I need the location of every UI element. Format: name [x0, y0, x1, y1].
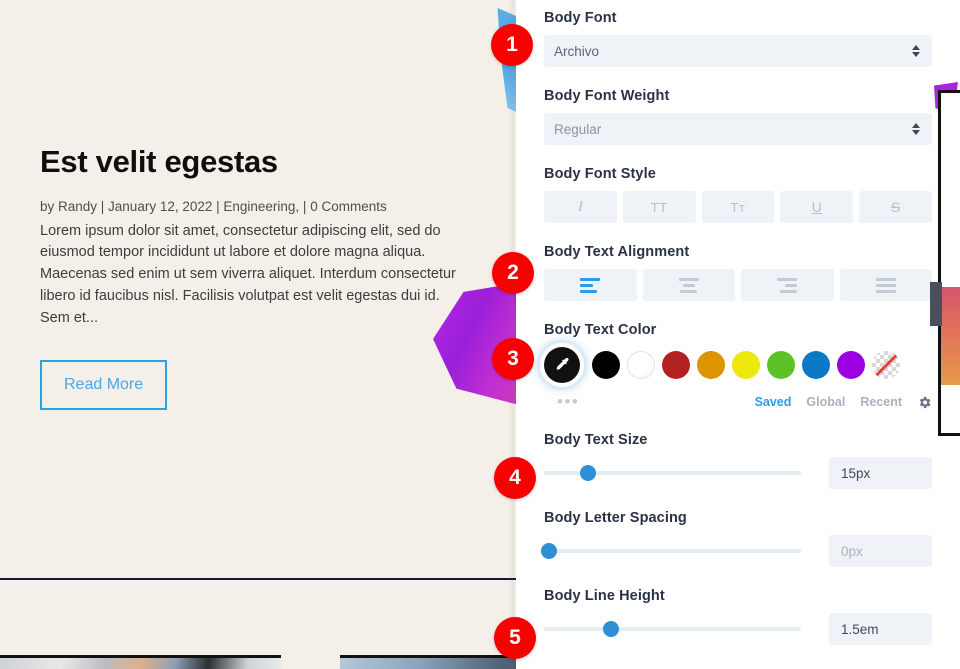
body-font-style-label: Body Font Style [544, 166, 656, 182]
slider-thumb[interactable] [602, 621, 619, 637]
align-justify-icon [875, 277, 896, 293]
body-line-height-slider[interactable] [544, 616, 829, 642]
align-center-button[interactable] [642, 269, 735, 301]
body-text-alignment-group [544, 269, 932, 301]
eyedropper-icon [556, 357, 568, 370]
body-text-size-row: 15px [544, 457, 932, 489]
right-edge-image [941, 287, 960, 385]
blog-post-card: Est velit egestas by Randy | January 12,… [40, 144, 480, 411]
section-divider [0, 578, 516, 580]
post-title: Est velit egestas [40, 144, 278, 179]
swatch-dark-red[interactable] [662, 351, 690, 379]
align-left-icon [580, 277, 601, 293]
body-font-label: Body Font [544, 10, 617, 26]
body-letter-spacing-row: 0px [541, 535, 932, 567]
swatch-orange[interactable] [697, 351, 725, 379]
swatch-white[interactable] [627, 351, 655, 379]
typography-settings-panel: Body Font Archivo Body Font Weight Regul… [516, 0, 960, 669]
slider-track [544, 465, 801, 481]
swatch-transparent[interactable] [872, 351, 900, 379]
callout-badge-4: 4 [494, 457, 536, 499]
align-center-icon [678, 277, 699, 293]
post-excerpt: Lorem ipsum dolor sit amet, consectetur … [40, 222, 456, 326]
font-style-strikethrough-button[interactable]: S [859, 191, 932, 223]
field-body-letter-spacing: Body Letter Spacing 0px [541, 510, 932, 567]
callout-badge-3: 3 [492, 338, 534, 380]
body-letter-spacing-slider[interactable] [541, 538, 829, 564]
color-tab-recent[interactable]: Recent [860, 395, 902, 409]
swatch-green[interactable] [767, 351, 795, 379]
callout-badge-2: 2 [492, 252, 534, 294]
color-swatch-row [544, 347, 932, 383]
body-font-weight-value: Regular [554, 121, 602, 137]
field-body-text-color: Body Text Color ••• Saved Global Recent [544, 322, 932, 411]
font-style-small-caps-button[interactable]: Tᴛ [701, 191, 775, 223]
body-font-value: Archivo [554, 43, 600, 59]
body-line-height-row: 1.5em [544, 613, 932, 645]
bottom-thumbnail-row [0, 655, 516, 669]
body-font-style-group: I TT Tᴛ U S [544, 191, 932, 223]
slider-thumb[interactable] [579, 465, 596, 481]
font-style-uppercase-button[interactable]: TT [622, 191, 696, 223]
align-justify-button[interactable] [839, 269, 932, 301]
color-tab-global[interactable]: Global [806, 395, 845, 409]
callout-badge-5: 5 [494, 617, 536, 659]
gear-icon[interactable] [917, 395, 932, 410]
color-source-tabs: Saved Global Recent [755, 395, 932, 410]
callout-badge-1: 1 [491, 24, 533, 66]
right-edge-module [938, 90, 960, 436]
body-line-height-label: Body Line Height [544, 588, 665, 604]
body-text-color-label: Body Text Color [544, 322, 657, 338]
field-body-text-alignment: Body Text Alignment [544, 244, 932, 301]
align-right-icon [777, 277, 798, 293]
swatch-black[interactable] [592, 351, 620, 379]
body-text-alignment-label: Body Text Alignment [544, 244, 690, 260]
body-text-size-input[interactable]: 15px [829, 457, 932, 489]
thumbnail-image-1[interactable] [0, 655, 281, 669]
post-meta: by Randy | January 12, 2022 | Engineerin… [40, 198, 387, 214]
body-letter-spacing-label: Body Letter Spacing [544, 510, 687, 526]
body-text-size-slider[interactable] [544, 460, 829, 486]
field-body-font: Body Font Archivo [544, 10, 932, 67]
align-left-button[interactable] [544, 269, 637, 301]
font-style-italic-button[interactable]: I [544, 191, 617, 223]
body-line-height-input[interactable]: 1.5em [829, 613, 932, 645]
font-style-underline-button[interactable]: U [780, 191, 854, 223]
body-letter-spacing-input[interactable]: 0px [829, 535, 932, 567]
field-body-font-style: Body Font Style I TT Tᴛ U S [544, 166, 932, 223]
swatch-blue[interactable] [802, 351, 830, 379]
slider-thumb[interactable] [541, 543, 558, 559]
eyedropper-button[interactable] [544, 347, 580, 383]
slider-track [544, 621, 801, 637]
screenshot-root: Est velit egestas by Randy | January 12,… [0, 0, 960, 669]
thumbnail-image-2[interactable] [340, 655, 516, 669]
right-edge-dark-block [930, 282, 942, 326]
chevron-updown-icon [912, 45, 920, 57]
field-body-line-height: Body Line Height 1.5em [544, 588, 932, 645]
body-text-size-label: Body Text Size [544, 432, 648, 448]
body-font-weight-label: Body Font Weight [544, 88, 670, 104]
color-footer: ••• Saved Global Recent [544, 393, 932, 411]
slider-track [541, 543, 801, 559]
field-body-text-size: Body Text Size 15px [544, 432, 932, 489]
body-font-weight-select[interactable]: Regular [544, 113, 932, 145]
read-more-button[interactable]: Read More [40, 360, 168, 411]
chevron-updown-icon [912, 123, 920, 135]
field-body-font-weight: Body Font Weight Regular [544, 88, 932, 145]
body-font-select[interactable]: Archivo [544, 35, 932, 67]
swatch-purple[interactable] [837, 351, 865, 379]
align-right-button[interactable] [741, 269, 834, 301]
swatch-yellow[interactable] [732, 351, 760, 379]
color-tab-saved[interactable]: Saved [755, 395, 792, 409]
more-dots-icon[interactable]: ••• [557, 393, 579, 410]
